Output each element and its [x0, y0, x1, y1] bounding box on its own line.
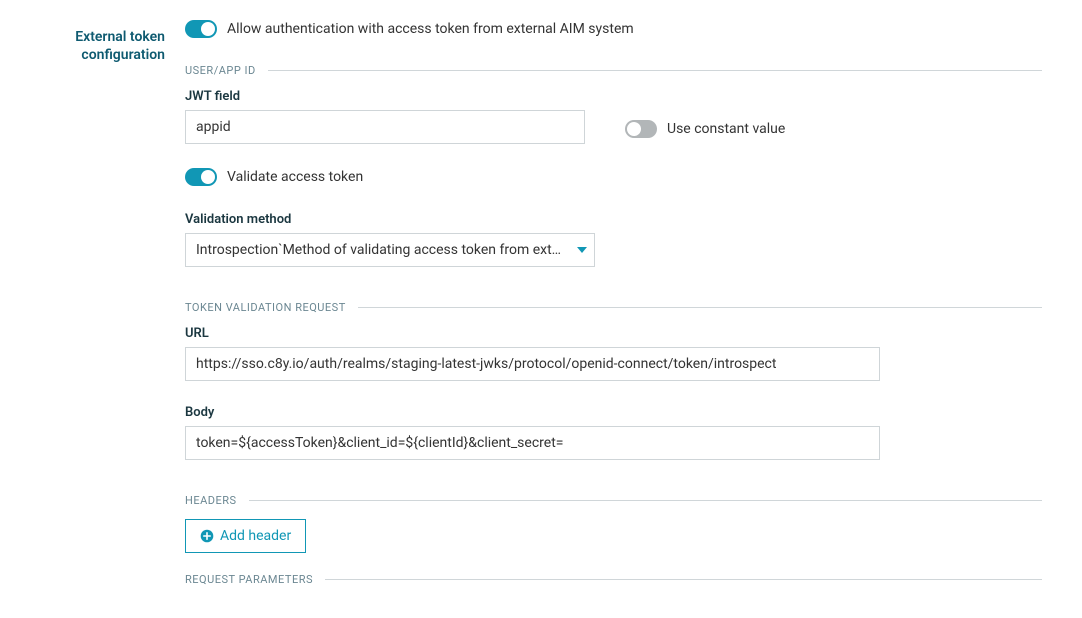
token-validation-request-header: TOKEN VALIDATION REQUEST — [185, 301, 1042, 314]
jwt-field-label: JWT field — [185, 89, 585, 104]
body-input[interactable] — [185, 426, 880, 460]
use-constant-label: Use constant value — [667, 121, 785, 137]
plus-circle-icon — [200, 529, 214, 543]
validate-token-toggle[interactable] — [185, 168, 217, 186]
jwt-field-input[interactable] — [185, 110, 585, 144]
add-header-button[interactable]: Add header — [185, 519, 306, 553]
allow-auth-toggle[interactable] — [185, 20, 217, 38]
validation-method-label: Validation method — [185, 212, 1042, 227]
validate-token-label: Validate access token — [227, 169, 363, 185]
section-title: External token configuration — [40, 20, 165, 598]
section-content: Allow authentication with access token f… — [185, 20, 1042, 598]
token-validation-request-legend: TOKEN VALIDATION REQUEST — [185, 301, 346, 314]
request-parameters-legend: REQUEST PARAMETERS — [185, 573, 313, 586]
add-header-label: Add header — [220, 528, 291, 544]
user-app-id-header: USER/APP ID — [185, 64, 1042, 77]
url-input[interactable] — [185, 347, 880, 381]
headers-header: HEADERS — [185, 494, 1042, 507]
allow-auth-label: Allow authentication with access token f… — [227, 21, 634, 37]
allow-auth-row: Allow authentication with access token f… — [185, 20, 1042, 38]
request-parameters-header: REQUEST PARAMETERS — [185, 573, 1042, 586]
validate-token-row: Validate access token — [185, 168, 1042, 186]
headers-legend: HEADERS — [185, 494, 237, 507]
validation-method-select[interactable] — [185, 233, 595, 267]
user-app-id-legend: USER/APP ID — [185, 64, 256, 77]
body-label: Body — [185, 405, 1042, 420]
url-label: URL — [185, 326, 1042, 341]
use-constant-toggle[interactable] — [625, 120, 657, 138]
